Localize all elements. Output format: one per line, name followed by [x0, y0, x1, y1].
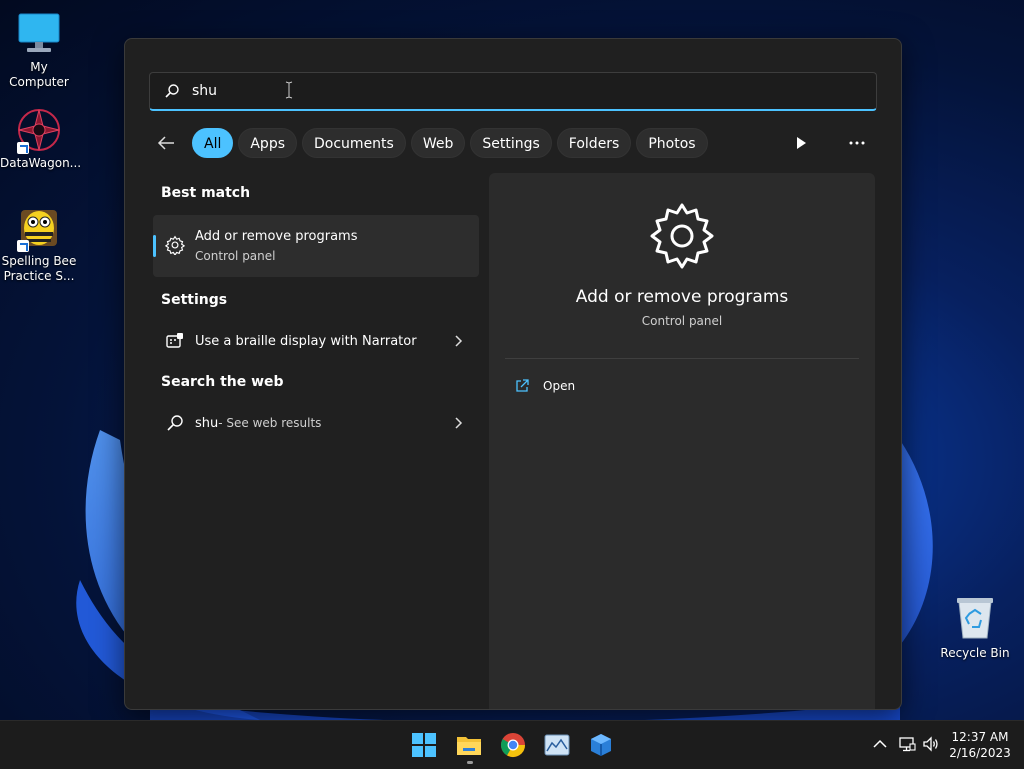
filter-documents[interactable]: Documents — [302, 128, 406, 158]
network-icon[interactable] — [898, 735, 916, 753]
detail-pane: Add or remove programs Control panel Ope… — [489, 173, 875, 709]
best-match-header: Best match — [161, 185, 251, 201]
volume-icon[interactable] — [922, 735, 940, 753]
web-query-text: shu — [195, 415, 219, 431]
gear-icon — [650, 203, 714, 269]
search-box[interactable] — [149, 72, 877, 111]
datawagon-icon — [15, 106, 63, 154]
chevron-right-icon — [455, 335, 463, 347]
desktop-icon-spelling-bee[interactable]: Spelling Bee Practice S... — [0, 204, 78, 284]
chevron-up-icon[interactable] — [871, 735, 889, 753]
more-options-icon[interactable] — [847, 135, 867, 151]
text-cursor-icon — [285, 81, 293, 99]
taskbar: 12:37 AM 2/16/2023 — [0, 720, 1024, 769]
back-button[interactable] — [149, 127, 183, 159]
desktop-icon-label-line2: Practice S... — [3, 269, 75, 283]
open-action-label: Open — [543, 379, 576, 393]
selection-indicator — [153, 235, 156, 257]
detail-subtitle: Control panel — [641, 314, 723, 328]
best-match-title: Add or remove programs — [195, 229, 358, 244]
filter-bar: All Apps Documents Web Settings Folders … — [149, 127, 708, 159]
braille-display-icon — [166, 333, 183, 348]
system-clock[interactable]: 12:37 AM 2/16/2023 — [944, 729, 1016, 761]
arrow-left-icon — [157, 136, 174, 150]
filter-all[interactable]: All — [192, 128, 234, 158]
search-icon — [167, 415, 183, 431]
best-match-subtitle: Control panel — [195, 249, 276, 263]
settings-result-braille[interactable]: Use a braille display with Narrator — [153, 323, 479, 359]
search-icon — [165, 84, 179, 98]
detail-title: Add or remove programs — [575, 287, 789, 307]
clock-time: 12:37 AM — [951, 730, 1009, 744]
file-explorer-icon[interactable] — [455, 731, 483, 759]
open-action[interactable]: Open — [515, 379, 575, 393]
search-web-header: Search the web — [161, 374, 284, 390]
desktop-icon-label: DataWagon... — [0, 156, 82, 170]
open-external-icon — [516, 379, 529, 392]
running-indicator — [467, 761, 473, 764]
filter-web[interactable]: Web — [410, 128, 466, 158]
search-flyout: All Apps Documents Web Settings Folders … — [124, 38, 902, 710]
recycle-bin-icon — [955, 596, 995, 640]
best-match-item[interactable]: Add or remove programs Control panel — [153, 215, 479, 277]
clock-date: 2/16/2023 — [949, 746, 1011, 760]
settings-header: Settings — [161, 292, 228, 308]
detail-divider — [505, 358, 859, 359]
desktop-icon-datawagon[interactable]: DataWagon... — [0, 106, 82, 171]
chevron-right-icon — [455, 417, 463, 429]
bee-icon — [15, 204, 63, 252]
filter-photos[interactable]: Photos — [636, 128, 708, 158]
gear-icon — [165, 235, 185, 255]
filter-folders[interactable]: Folders — [556, 128, 632, 158]
desktop-icon-my-computer[interactable]: My Computer — [0, 10, 78, 90]
web-results-suffix: - See web results — [218, 416, 322, 430]
desktop-icon-label-line1: Spelling Bee — [1, 254, 77, 268]
settings-result-label: Use a braille display with Narrator — [195, 333, 417, 349]
shortcut-arrow-icon — [17, 240, 29, 252]
more-filters-play-icon[interactable] — [793, 135, 809, 151]
start-windows-icon[interactable] — [410, 731, 438, 759]
web-search-result[interactable]: shu - See web results — [153, 405, 479, 441]
shortcut-arrow-icon — [17, 142, 29, 154]
desktop-icon-recycle-bin[interactable]: Recycle Bin — [936, 596, 1014, 661]
monitor-icon — [15, 10, 63, 58]
chrome-icon[interactable] — [499, 731, 527, 759]
filter-settings[interactable]: Settings — [470, 128, 552, 158]
search-input[interactable] — [190, 82, 794, 100]
filter-apps[interactable]: Apps — [238, 128, 298, 158]
photos-chart-icon[interactable] — [543, 731, 571, 759]
desktop-icon-label: My Computer — [9, 60, 69, 89]
recycle-bin-label: Recycle Bin — [940, 646, 1010, 660]
package-app-icon[interactable] — [587, 731, 615, 759]
